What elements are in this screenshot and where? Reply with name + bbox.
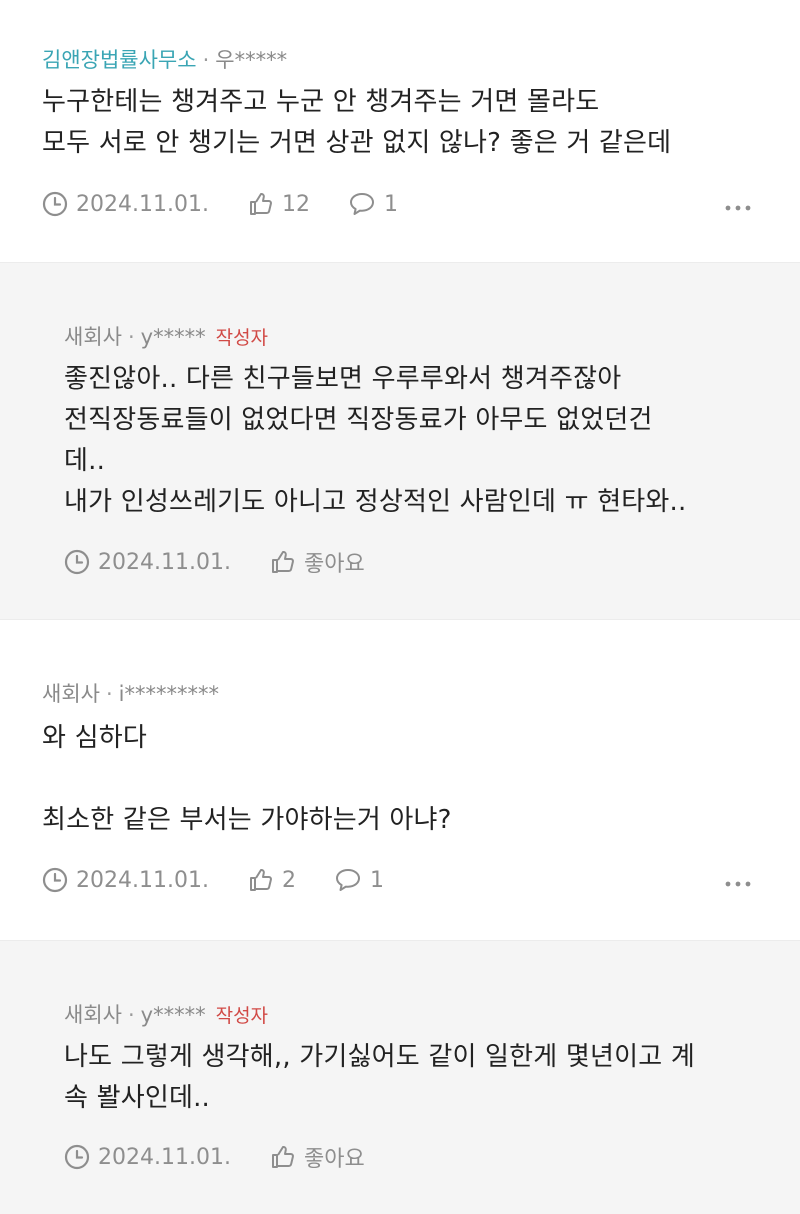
comment-line: 모두 서로 안 챙기는 거면 상관 없지 않나? 좋은 거 같은데 bbox=[42, 128, 672, 158]
comment-body: 누구한테는 챙겨주고 누군 안 챙겨주는 거면 몰라도 모두 서로 안 챙기는 … bbox=[42, 82, 671, 164]
reply-line: 좋진않아.. 다른 친구들보면 우루루와서 챙겨주잖아 bbox=[64, 364, 622, 394]
comment-date: 2024.11.01. bbox=[76, 191, 209, 217]
user-id: 우***** bbox=[215, 48, 288, 72]
more-dots-icon bbox=[725, 868, 751, 893]
user-id: y***** bbox=[140, 325, 206, 349]
comment-body: 와 심하다 최소한 같은 부서는 가야하는거 아냐? bbox=[42, 718, 452, 841]
company-name: 새회사 bbox=[42, 682, 100, 706]
reply-button[interactable]: 1 bbox=[348, 189, 398, 219]
reply-2: 새회사 · y***** 작성자 나도 그렇게 생각해,, 가기싫어도 같이 일한게 … bbox=[0, 940, 800, 1214]
reply-line: 전직장동료들이 없었다면 직장동료가 아무도 없었던건 bbox=[64, 405, 653, 435]
speech-bubble-icon bbox=[334, 867, 362, 893]
meta-separator: · bbox=[127, 325, 135, 349]
like-label: 좋아요 bbox=[304, 552, 365, 577]
more-options-button[interactable] bbox=[718, 865, 758, 895]
thumbs-up-icon bbox=[248, 191, 274, 217]
date-info: 2024.11.01. bbox=[64, 1142, 231, 1172]
reply-count: 1 bbox=[370, 867, 384, 893]
speech-bubble-icon bbox=[348, 191, 376, 217]
comment-date: 2024.11.01. bbox=[76, 867, 209, 893]
thumbs-up-icon bbox=[270, 549, 296, 575]
like-count: 2 bbox=[282, 867, 296, 893]
meta-separator: · bbox=[202, 48, 210, 72]
clock-icon bbox=[42, 191, 68, 217]
date-info: 2024.11.01. bbox=[42, 189, 209, 219]
user-id: i********* bbox=[118, 682, 219, 706]
like-button[interactable]: 12 bbox=[248, 189, 310, 219]
reply-line: 내가 인성쓰레기도 아니고 정상적인 사람인데 ㅠ 현타와.. bbox=[64, 487, 687, 517]
reply-line: 데.. bbox=[64, 446, 106, 476]
more-dots-icon bbox=[725, 192, 751, 217]
reply-body: 나도 그렇게 생각해,, 가기싫어도 같이 일한게 몇년이고 계 속 봘사인데.… bbox=[64, 1037, 695, 1119]
like-button[interactable]: 2 bbox=[248, 865, 296, 895]
reply-actions: 2024.11.01. 좋아요 bbox=[64, 1142, 764, 1172]
clock-icon bbox=[64, 549, 90, 575]
like-button[interactable]: 좋아요 bbox=[270, 1142, 365, 1172]
reply-1: 새회사 · y***** 작성자 좋진않아.. 다른 친구들보면 우루루와서 챙겨주잖… bbox=[0, 262, 800, 620]
comment-line: 최소한 같은 부서는 가야하는거 아냐? bbox=[42, 805, 452, 835]
author-badge: 작성자 bbox=[215, 1005, 269, 1027]
comment-line-blank bbox=[42, 759, 452, 800]
user-id: y***** bbox=[140, 1003, 206, 1027]
comment-actions: 2024.11.01. 2 1 bbox=[42, 865, 762, 895]
reply-actions: 2024.11.01. 좋아요 bbox=[64, 547, 764, 577]
clock-icon bbox=[64, 1144, 90, 1170]
date-info: 2024.11.01. bbox=[64, 547, 231, 577]
reply-count: 1 bbox=[384, 191, 398, 217]
company-name: 새회사 bbox=[64, 325, 122, 349]
author-badge: 작성자 bbox=[215, 327, 269, 349]
meta-separator: · bbox=[105, 682, 113, 706]
like-count: 12 bbox=[282, 191, 310, 217]
reply-line: 나도 그렇게 생각해,, 가기싫어도 같이 일한게 몇년이고 계 bbox=[64, 1042, 695, 1072]
thumbs-up-icon bbox=[248, 867, 274, 893]
more-options-button[interactable] bbox=[718, 189, 758, 219]
comment-meta: 김앤장법률사무소 · 우***** bbox=[42, 46, 287, 74]
reply-body: 좋진않아.. 다른 친구들보면 우루루와서 챙겨주잖아 전직장동료들이 없었다면… bbox=[64, 359, 686, 523]
reply-date: 2024.11.01. bbox=[98, 1144, 231, 1170]
comment-1: 김앤장법률사무소 · 우***** 누구한테는 챙겨주고 누군 안 챙겨주는 거면 … bbox=[0, 0, 800, 262]
like-button[interactable]: 좋아요 bbox=[270, 547, 365, 577]
date-info: 2024.11.01. bbox=[42, 865, 209, 895]
thumbs-up-icon bbox=[270, 1144, 296, 1170]
reply-button[interactable]: 1 bbox=[334, 865, 384, 895]
comment-2: 새회사 · i********* 와 심하다 최소한 같은 부서는 가야하는거 아냐… bbox=[0, 620, 800, 940]
comment-line: 누구한테는 챙겨주고 누군 안 챙겨주는 거면 몰라도 bbox=[42, 87, 600, 117]
comment-line: 와 심하다 bbox=[42, 723, 147, 753]
company-name: 새회사 bbox=[64, 1003, 122, 1027]
comment-actions: 2024.11.01. 12 1 bbox=[42, 189, 762, 219]
company-name[interactable]: 김앤장법률사무소 bbox=[42, 48, 197, 72]
meta-separator: · bbox=[127, 1003, 135, 1027]
reply-meta: 새회사 · y***** 작성자 bbox=[64, 1001, 268, 1030]
reply-date: 2024.11.01. bbox=[98, 549, 231, 575]
comment-meta: 새회사 · i********* bbox=[42, 680, 219, 708]
like-label: 좋아요 bbox=[304, 1147, 365, 1172]
reply-line: 속 봘사인데.. bbox=[64, 1083, 210, 1113]
reply-meta: 새회사 · y***** 작성자 bbox=[64, 323, 268, 352]
clock-icon bbox=[42, 867, 68, 893]
